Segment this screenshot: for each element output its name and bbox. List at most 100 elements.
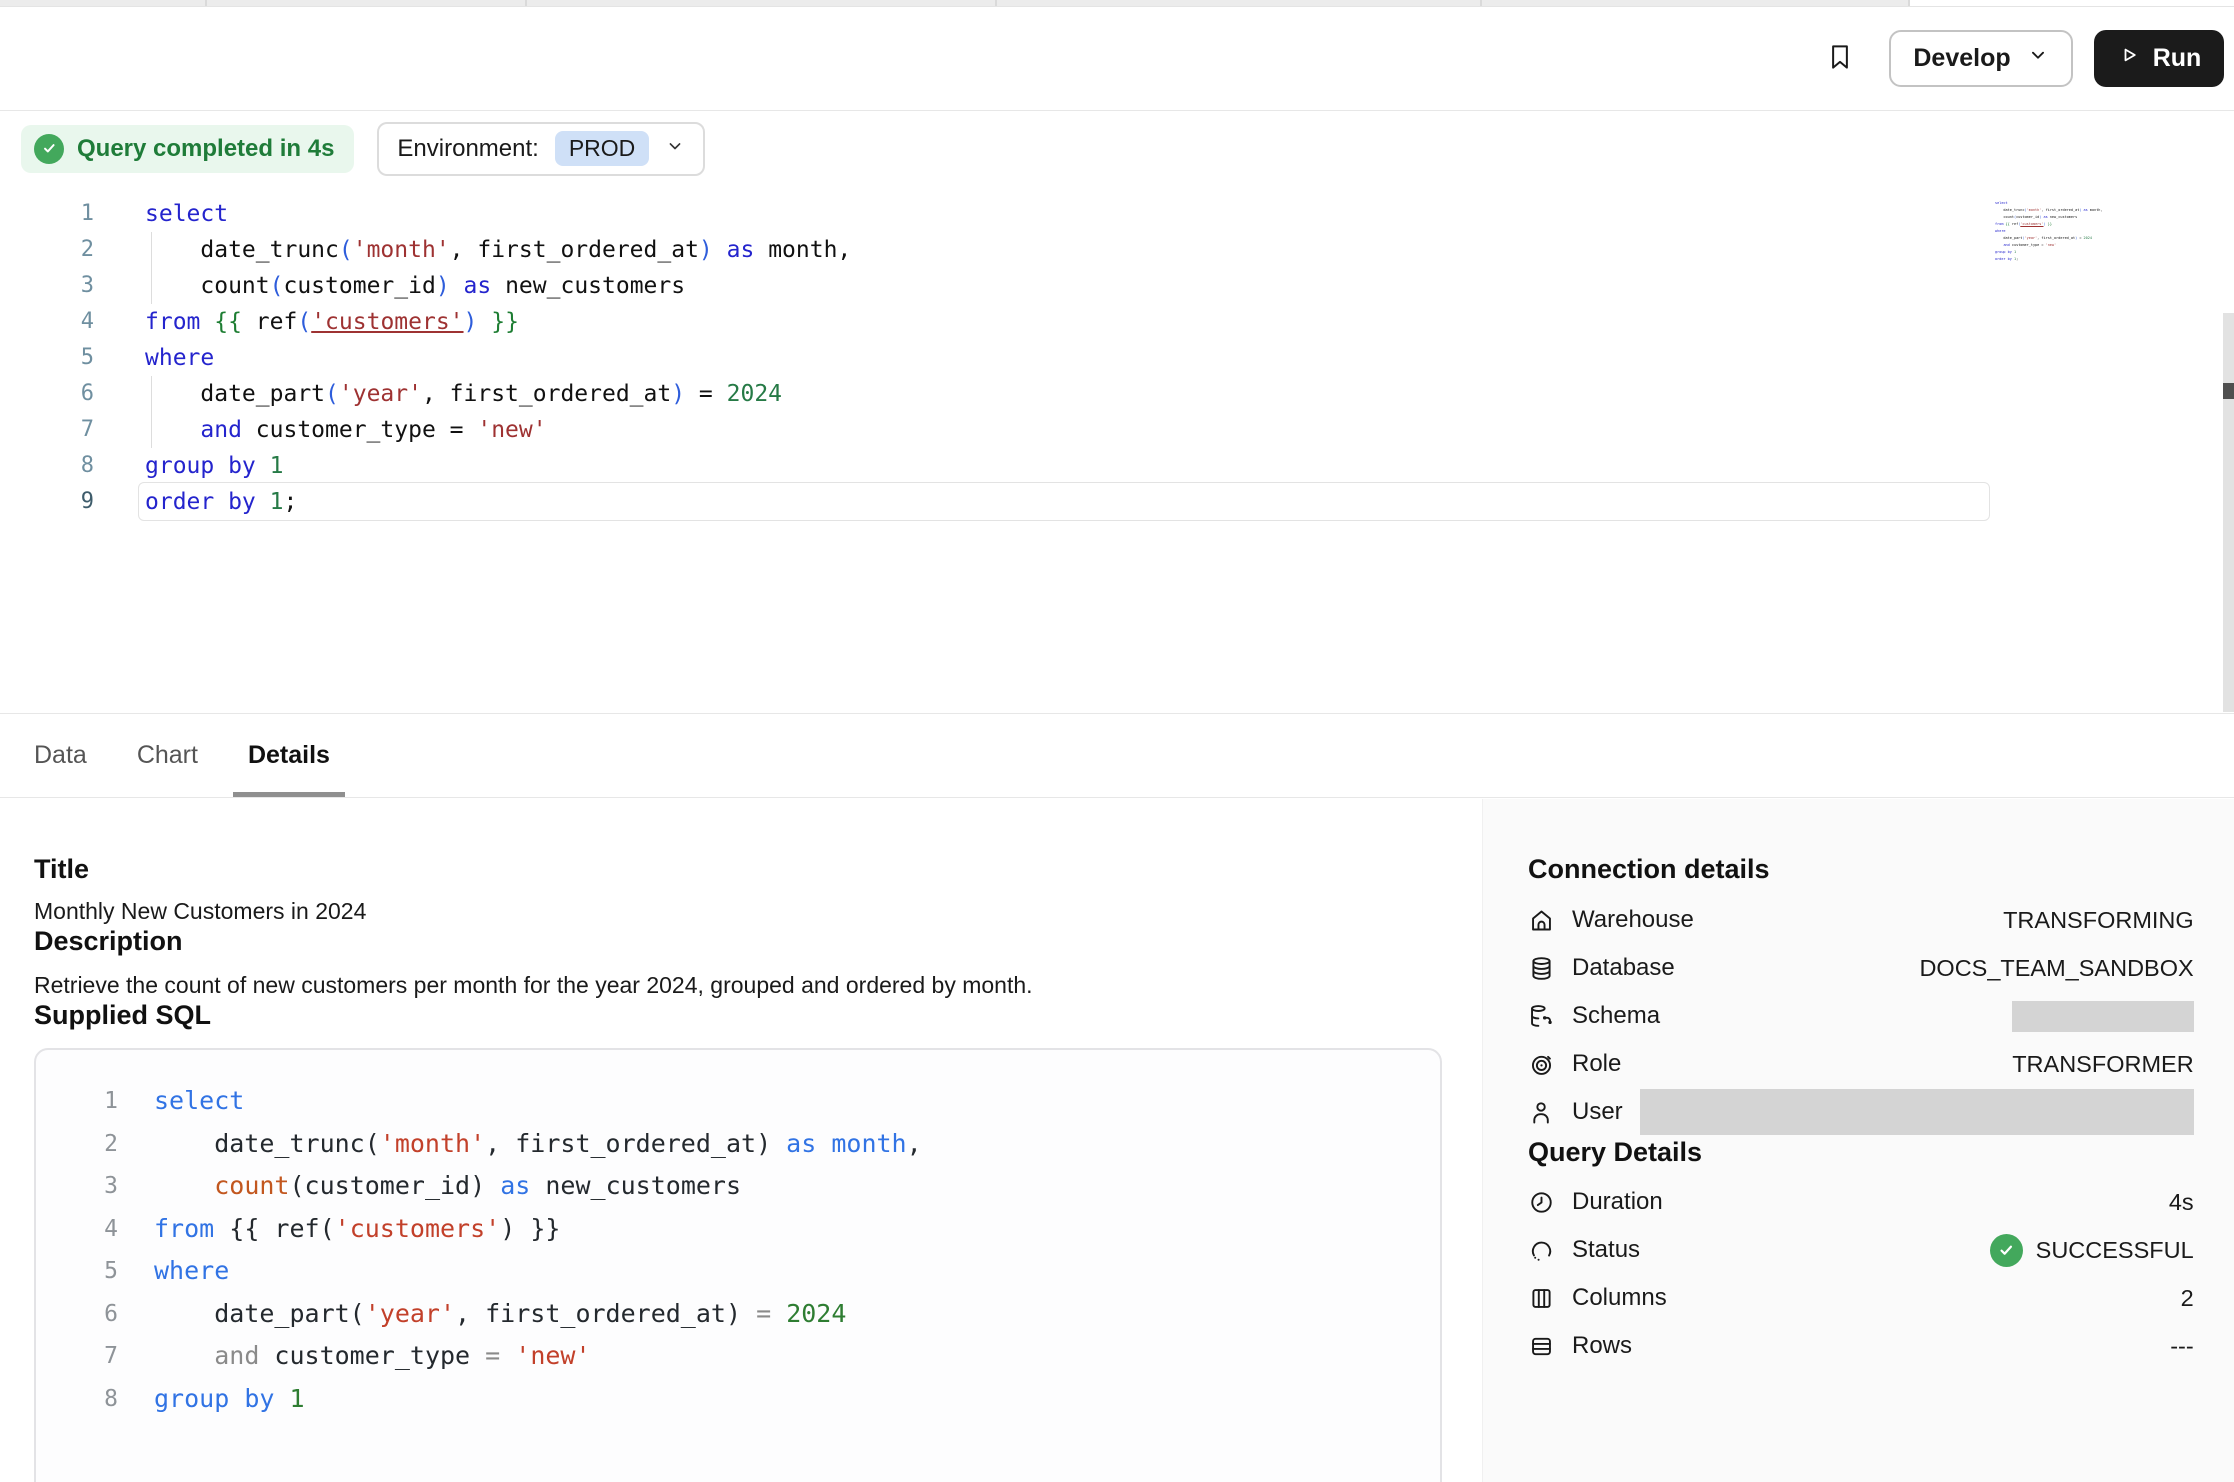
line-number: 8 <box>36 1378 118 1421</box>
detail-row-rows: Rows --- <box>1528 1322 2194 1370</box>
details-right-pane: Connection details WarehouseTRANSFORMING… <box>1482 799 2234 1482</box>
code-line: 9order by 1; <box>0 484 2204 520</box>
detail-label: Duration <box>1572 1188 1663 1216</box>
line-number: 1 <box>36 1080 118 1123</box>
schema-icon <box>1528 1003 1555 1030</box>
code-line: 4from {{ ref('customers') }} <box>36 1208 1440 1251</box>
environment-selector[interactable]: Environment: PROD <box>377 122 705 176</box>
file-tab-strip-spacer <box>1910 0 2234 6</box>
database-icon <box>1528 955 1555 982</box>
top-file-tab-strip[interactable] <box>0 0 2234 7</box>
run-button[interactable]: Run <box>2094 30 2224 87</box>
results-tab-bar: DataChartDetails <box>0 714 2234 798</box>
detail-label: Database <box>1572 954 1675 982</box>
line-number: 2 <box>0 232 94 268</box>
file-tab[interactable] <box>527 0 997 6</box>
code-line: 8group by 1 <box>1995 249 2107 256</box>
line-number: 7 <box>0 412 94 448</box>
detail-label: Schema <box>1572 1002 1660 1030</box>
detail-row-database: DatabaseDOCS_TEAM_SANDBOX <box>1528 944 2194 992</box>
tab-details[interactable]: Details <box>233 714 345 797</box>
line-number: 2 <box>36 1123 118 1166</box>
description-value: Retrieve the count of new customers per … <box>34 972 1442 999</box>
tab-chart[interactable]: Chart <box>122 714 213 797</box>
code-line: 7 and customer_type = 'new' <box>1995 242 2107 249</box>
environment-label: Environment: <box>397 135 538 163</box>
file-tab[interactable] <box>1482 0 1910 6</box>
redacted-value <box>2012 1001 2194 1032</box>
line-number: 6 <box>0 376 94 412</box>
details-content: Title Monthly New Customers in 2024 Desc… <box>0 799 2234 1482</box>
sql-editor[interactable]: 1select 2 date_trunc('month', first_order… <box>0 185 2234 714</box>
detail-value <box>2012 1001 2194 1032</box>
detail-label: User <box>1572 1098 1623 1126</box>
loader-icon <box>1528 1237 1555 1264</box>
detail-label: Warehouse <box>1572 906 1694 934</box>
detail-value: TRANSFORMER <box>2012 1051 2193 1078</box>
code-line: 2 date_trunc('month', first_ordered_at) … <box>0 232 2204 268</box>
bookmark-icon <box>1825 39 1855 78</box>
code-line: 7 and customer_type = 'new' <box>36 1335 1440 1378</box>
code-line: 5where <box>36 1250 1440 1293</box>
environment-value-badge: PROD <box>555 131 649 166</box>
check-circle-icon <box>34 134 64 164</box>
code-line: 9order by 1; <box>1995 256 2107 263</box>
detail-value: 2 <box>2181 1285 2194 1312</box>
line-number: 8 <box>0 448 94 484</box>
detail-row-columns: Columns2 <box>1528 1274 2194 1322</box>
develop-dropdown-button[interactable]: Develop <box>1889 30 2073 87</box>
code-line: 1select <box>36 1080 1440 1123</box>
rows-icon <box>1528 1333 1555 1360</box>
query-details-heading: Query Details <box>1528 1136 2194 1168</box>
detail-row-role: Role TRANSFORMER <box>1528 1040 2194 1088</box>
detail-value: 4s <box>2169 1189 2194 1216</box>
code-line: 1select <box>0 196 2204 232</box>
code-line: 1select <box>1995 200 2107 207</box>
editor-minimap[interactable]: 1select2 date_trunc('month', first_order… <box>1995 200 2107 263</box>
detail-value: TRANSFORMING <box>2003 907 2194 934</box>
title-value: Monthly New Customers in 2024 <box>34 898 1442 925</box>
clock-icon <box>1528 1189 1555 1216</box>
scrollbar-thumb[interactable] <box>2223 383 2234 399</box>
code-line: 8group by 1 <box>36 1378 1440 1421</box>
line-number: 3 <box>36 1165 118 1208</box>
play-icon <box>2117 43 2141 74</box>
code-line: 4from {{ ref('customers') }} <box>1995 221 2107 228</box>
editor-lines: 1select 2 date_trunc('month', first_order… <box>0 196 2204 520</box>
detail-value: SUCCESSFUL <box>1990 1234 2194 1267</box>
chevron-down-icon <box>665 135 685 163</box>
query-details-rows: Duration 4s Status SUCCESSFUL Columns2 Rows --… <box>1528 1178 2194 1370</box>
check-circle-icon <box>1990 1234 2023 1267</box>
code-line: 6 date_part('year', first_ordered_at) = … <box>0 376 2204 412</box>
query-status-pill: Query completed in 4s <box>21 125 354 173</box>
tab-data[interactable]: Data <box>19 714 102 797</box>
supplied-sql-block: 1select2 date_trunc('month', first_order… <box>34 1048 1442 1482</box>
columns-icon <box>1528 1285 1555 1312</box>
file-tab[interactable] <box>207 0 527 6</box>
warehouse-icon <box>1528 907 1555 934</box>
detail-label: Rows <box>1572 1332 1632 1360</box>
line-number: 1 <box>0 196 94 232</box>
detail-label: Role <box>1572 1050 1621 1078</box>
file-tab[interactable] <box>997 0 1482 6</box>
detail-row-status: Status SUCCESSFUL <box>1528 1226 2194 1274</box>
line-number: 6 <box>36 1293 118 1336</box>
bookmark-button[interactable] <box>1820 37 1860 81</box>
chevron-down-icon <box>2027 44 2049 73</box>
supplied-sql-heading: Supplied SQL <box>34 999 1442 1031</box>
line-number: 4 <box>0 304 94 340</box>
code-line: 5where <box>1995 228 2107 235</box>
detail-label: Status <box>1572 1236 1640 1264</box>
app-window: Develop Run Query completed in 4 <box>0 0 2234 1482</box>
redacted-value <box>1640 1089 2194 1135</box>
detail-row-warehouse: Warehouse TRANSFORMING <box>1528 896 2194 944</box>
editor-scrollbar[interactable] <box>2223 313 2234 712</box>
details-left-pane: Title Monthly New Customers in 2024 Desc… <box>0 799 1482 1482</box>
query-status-text: Query completed in 4s <box>77 135 334 163</box>
code-line: 3 count(customer_id) as new_customers <box>36 1165 1440 1208</box>
user-icon <box>1528 1099 1555 1126</box>
detail-value: --- <box>2170 1333 2193 1360</box>
line-number: 5 <box>36 1250 118 1293</box>
line-number: 5 <box>0 340 94 376</box>
file-tab[interactable] <box>0 0 207 6</box>
